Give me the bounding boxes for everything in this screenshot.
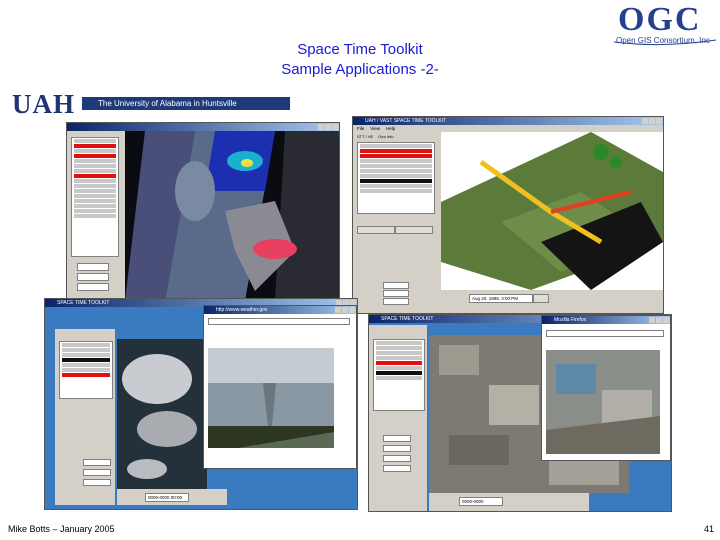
terrain-3d-icon — [441, 132, 663, 290]
screenshot-hurricane — [66, 122, 340, 302]
window-title: SPACE TIME TOOLKIT — [57, 300, 110, 306]
panel-tabs[interactable]: STT / VE Geo Info — [357, 134, 394, 139]
window-titlebar: UAH / VAST SPACE TIME TOOLKIT — [353, 117, 663, 125]
screenshot-tornado: SPACE TIME TOOLKIT 0000-0000 00:00 http:… — [44, 298, 358, 510]
time-panel: Aug 20, 1998, 3:00 PM — [441, 291, 663, 313]
cloud-imagery-icon — [122, 354, 197, 479]
footer-author: Mike Botts – January 2005 — [8, 524, 115, 534]
uah-banner-text: The University of Alabama in Huntsville — [98, 99, 237, 108]
browser-window: http://www.weather.gov — [203, 305, 357, 469]
ogc-logo: OGC Open GIS Consortium, Inc — [612, 2, 718, 46]
tab-geo[interactable]: Geo Info — [378, 134, 393, 139]
map-view[interactable] — [441, 132, 663, 290]
time-field[interactable]: 0000-0000 — [459, 497, 503, 506]
layer-list[interactable] — [373, 339, 425, 411]
control-panel — [369, 325, 427, 511]
screenshot-damage: SPACE TIME TOOLKIT 0000-0000 Mozilla Fir… — [368, 314, 672, 512]
window-titlebar — [67, 123, 339, 131]
address-bar[interactable] — [546, 330, 664, 337]
tab-stt[interactable]: STT / VE — [357, 134, 373, 139]
page-number: 41 — [703, 524, 714, 534]
time-field[interactable]: 0000-0000 00:00 — [145, 493, 189, 502]
browser-window: Mozilla Firefox — [541, 315, 671, 461]
tornado-photo — [208, 348, 334, 448]
slide-title-line1: Space Time Toolkit — [297, 41, 423, 58]
ogc-logo-text: OGC — [618, 1, 702, 38]
map-view[interactable] — [117, 339, 207, 489]
control-panel — [67, 131, 123, 301]
tornado-photo-icon — [208, 348, 334, 448]
damage-photo — [546, 350, 660, 454]
time-panel: 0000-0000 — [429, 493, 589, 511]
layer-list[interactable] — [357, 142, 435, 214]
uah-logo-text: UAH — [12, 89, 75, 119]
time-field[interactable]: Aug 20, 1998, 3:00 PM — [469, 294, 533, 303]
address-bar[interactable] — [208, 318, 350, 325]
layer-list[interactable] — [59, 341, 113, 399]
slide-title: Space Time Toolkit Sample Applications -… — [200, 40, 520, 80]
control-panel: STT / VE Geo Info — [353, 132, 439, 313]
map-view[interactable] — [125, 131, 339, 301]
time-panel: 0000-0000 00:00 — [117, 489, 227, 505]
browser-title: Mozilla Firefox — [554, 317, 587, 323]
control-panel — [55, 329, 115, 505]
browser-title: http://www.weather.gov — [216, 307, 268, 313]
menu-bar[interactable]: File View Help — [353, 125, 663, 132]
satellite-imagery-icon — [125, 131, 339, 301]
window-title: UAH / VAST SPACE TIME TOOLKIT — [365, 118, 447, 124]
window-title: SPACE TIME TOOLKIT — [381, 316, 434, 322]
ogc-logo-subtitle: Open GIS Consortium, Inc — [616, 36, 710, 45]
layer-list[interactable] — [71, 137, 119, 257]
screenshot-terrain3d: UAH / VAST SPACE TIME TOOLKIT File View He… — [352, 116, 664, 314]
slide-title-line2: Sample Applications -2- — [281, 61, 439, 78]
uah-banner: UAH The University of Alabama in Huntsvi… — [12, 90, 290, 118]
damage-photo-icon — [546, 350, 660, 454]
